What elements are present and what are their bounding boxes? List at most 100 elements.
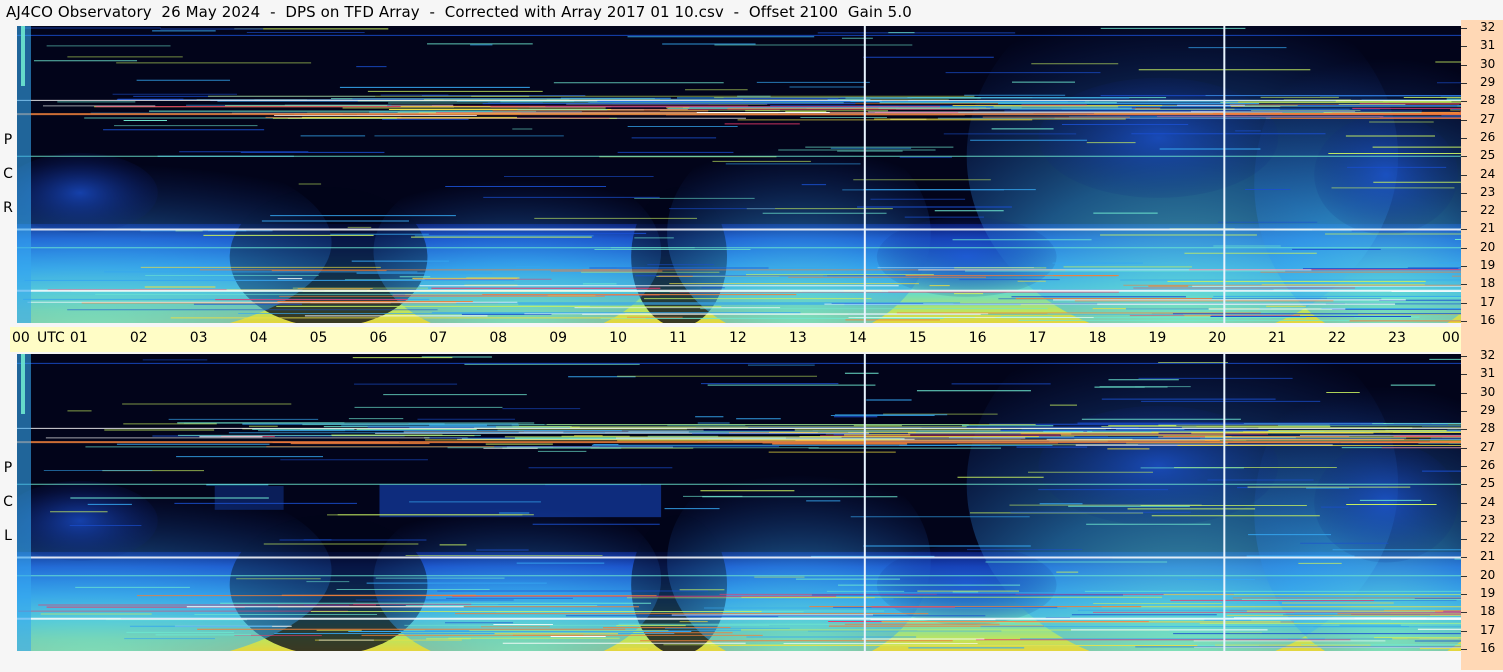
freq-tick-label: 16 [1480,313,1496,327]
freq-tick-label: 19 [1480,586,1496,601]
freq-tick-mark [1461,284,1467,286]
freq-tick-label: 27 [1480,439,1496,454]
freq-tick-mark [1461,502,1467,504]
time-tick: 09 [549,330,568,346]
freq-tick-mark [1461,137,1467,139]
freq-tick-label: 19 [1480,258,1496,273]
freq-tick-mark [1461,465,1467,467]
time-tick: 15 [908,330,927,346]
freq-tick-label: 32 [1480,348,1496,362]
time-tick: 20 [1208,330,1227,346]
freq-tick-label: 28 [1480,93,1496,108]
freq-tick-label: 17 [1480,622,1496,637]
diffuse-emission [1314,114,1458,235]
freq-tick-label: 22 [1480,531,1496,546]
freq-tick-label: 24 [1480,494,1496,509]
time-tick: 13 [788,330,807,346]
freq-tick-mark [1461,101,1467,103]
freq-tick-label: 23 [1480,184,1496,199]
time-tick: 11 [669,330,687,346]
freq-tick-label: 29 [1480,402,1496,417]
time-tick: 10 [609,330,627,346]
freq-tick-label: 18 [1480,276,1496,291]
freq-tick-mark [1461,356,1467,357]
lcp-letter-c: C [3,494,13,510]
freq-tick-mark [1461,520,1467,522]
time-tick: 01 [69,330,88,346]
time-tick: 00 [12,330,30,346]
freq-tick-label: 28 [1480,421,1496,436]
freq-tick-label: 16 [1480,641,1496,655]
time-tick: 16 [968,330,987,346]
freq-tick-label: 20 [1480,567,1496,582]
freq-tick-mark [1461,64,1467,66]
rcp-spectrogram-svg [17,26,1461,323]
time-tick: 19 [1148,330,1167,346]
freq-tick-mark [1461,410,1467,412]
freq-tick-label: 18 [1480,604,1496,619]
freq-tick-label: 17 [1480,294,1496,309]
calibration-strip-top [21,354,25,414]
freq-tick-label: 22 [1480,203,1496,218]
time-tick: 21 [1268,330,1287,346]
freq-tick-mark [1461,594,1467,596]
lcp-blue-block [379,484,662,518]
rcp-frequency-axis: 32 31 30 29 28 27 26 25 24 23 22 21 20 19 18 17 16 [1461,20,1503,345]
freq-tick-label: 31 [1480,38,1496,53]
freq-tick-mark [1461,649,1467,650]
time-axis: 00 UTC 01 02 03 04 05 06 07 08 09 10 11 12 13 14 15 16 17 1… [10,327,1492,352]
time-tick: 18 [1088,330,1107,346]
freq-tick-label: 25 [1480,476,1496,491]
time-tick: 03 [189,330,208,346]
freq-tick-mark [1461,557,1467,559]
freq-tick-label: 32 [1480,20,1496,34]
freq-tick-mark [1461,374,1467,376]
freq-tick-mark [1461,156,1467,158]
time-tick: 08 [489,330,508,346]
time-tick: 07 [429,330,448,346]
freq-tick-label: 20 [1480,239,1496,254]
freq-tick-label: 26 [1480,457,1496,472]
time-tick: 05 [309,330,328,346]
freq-tick-label: 24 [1480,166,1496,181]
time-tick: 22 [1328,330,1346,346]
time-tick: 14 [848,330,867,346]
freq-tick-mark [1461,119,1467,121]
freq-tick-label: 30 [1480,384,1496,399]
freq-tick-mark [1461,630,1467,632]
freq-tick-label: 30 [1480,56,1496,71]
freq-tick-label: 26 [1480,129,1496,144]
rcp-letter-p: P [3,132,13,148]
freq-tick-mark [1461,539,1467,541]
freq-tick-mark [1461,192,1467,194]
rcp-letter-c: C [3,166,13,182]
rcp-letter-r: R [3,200,13,216]
time-tick: 23 [1388,330,1406,346]
rcp-spectrogram [17,26,1461,323]
freq-tick-mark [1461,266,1467,268]
freq-tick-label: 21 [1480,221,1496,236]
time-tick: 06 [369,330,388,346]
time-tick: 04 [249,330,268,346]
freq-tick-mark [1461,447,1467,449]
freq-tick-mark [1461,321,1467,322]
time-tick: 00 [1442,330,1460,346]
freq-tick-mark [1461,229,1467,231]
freq-tick-mark [1461,247,1467,249]
freq-tick-mark [1461,484,1467,486]
freq-tick-mark [1461,612,1467,614]
time-tick: 02 [129,330,148,346]
lcp-spectrogram-svg [17,354,1461,651]
chart-title: AJ4CO Observatory 26 May 2024 - DPS on T… [6,3,912,21]
lcp-letter-p: P [3,460,13,476]
freq-tick-mark [1461,392,1467,394]
time-tick: UTC [37,330,65,346]
calibration-strip-top [21,26,25,86]
freq-tick-mark [1461,82,1467,84]
freq-tick-label: 31 [1480,366,1496,381]
lcp-letter-l: L [4,528,12,544]
freq-tick-label: 21 [1480,549,1496,564]
freq-tick-label: 23 [1480,512,1496,527]
freq-tick-mark [1461,174,1467,176]
freq-tick-mark [1461,28,1467,29]
